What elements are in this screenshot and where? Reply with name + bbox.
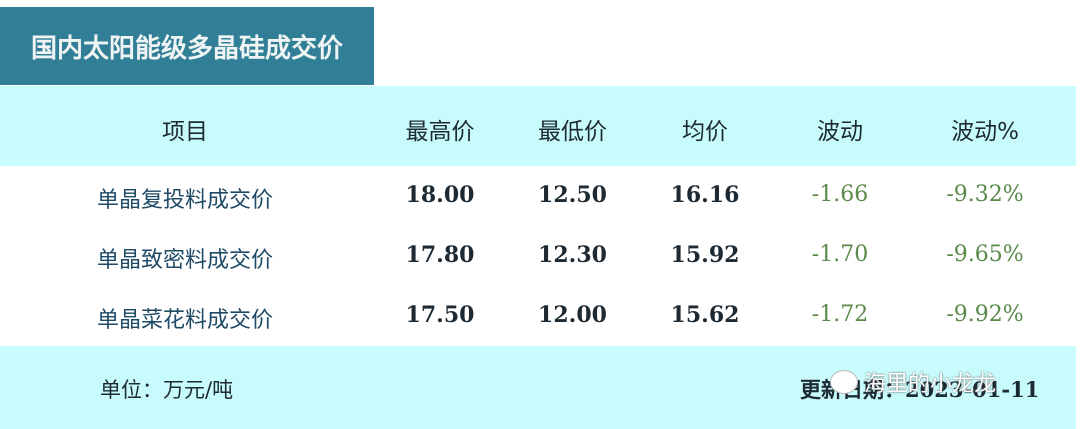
row-name: 单晶致密料成交价: [96, 248, 273, 273]
row-change: -1.66: [811, 182, 869, 207]
row-name: 单晶菜花料成交价: [96, 308, 273, 333]
row-low: 12.50: [538, 182, 607, 208]
col-low: 最低价: [538, 119, 607, 145]
row-low: 12.30: [538, 242, 607, 268]
row-change: -1.72: [811, 302, 869, 327]
row-avg: 15.92: [670, 242, 740, 268]
row-change-pct: -9.92%: [946, 302, 1024, 327]
col-item: 项目: [162, 119, 208, 145]
watermark: 海里的小龙龙: [830, 366, 996, 398]
row-name: 单晶复投料成交价: [96, 188, 273, 213]
row-high: 18.00: [405, 182, 475, 208]
col-change: 波动: [817, 119, 863, 145]
table-row: 单晶复投料成交价 18.00 12.50 16.16 -1.66 -9.32%: [0, 166, 1076, 226]
row-change-pct: -9.65%: [946, 242, 1024, 267]
row-change-pct: -9.32%: [946, 182, 1024, 207]
row-high: 17.80: [405, 242, 475, 268]
row-change: -1.70: [811, 242, 869, 267]
wechat-icon: [830, 370, 858, 394]
row-avg: 16.16: [670, 182, 740, 208]
row-low: 12.00: [538, 302, 607, 328]
row-high: 17.50: [405, 302, 475, 328]
watermark-text: 海里的小龙龙: [864, 372, 997, 397]
table-row: 单晶致密料成交价 17.80 12.30 15.92 -1.70 -9.65%: [0, 226, 1076, 286]
col-avg: 均价: [682, 119, 728, 145]
table-row: 单晶菜花料成交价 17.50 12.00 15.62 -1.72 -9.92%: [0, 286, 1076, 346]
table-title: 国内太阳能级多晶硅成交价: [0, 7, 374, 85]
col-high: 最高价: [405, 119, 475, 145]
col-change-pct: 波动%: [951, 119, 1019, 145]
row-avg: 15.62: [670, 302, 740, 328]
unit-label: 单位：万元/吨: [100, 378, 234, 402]
